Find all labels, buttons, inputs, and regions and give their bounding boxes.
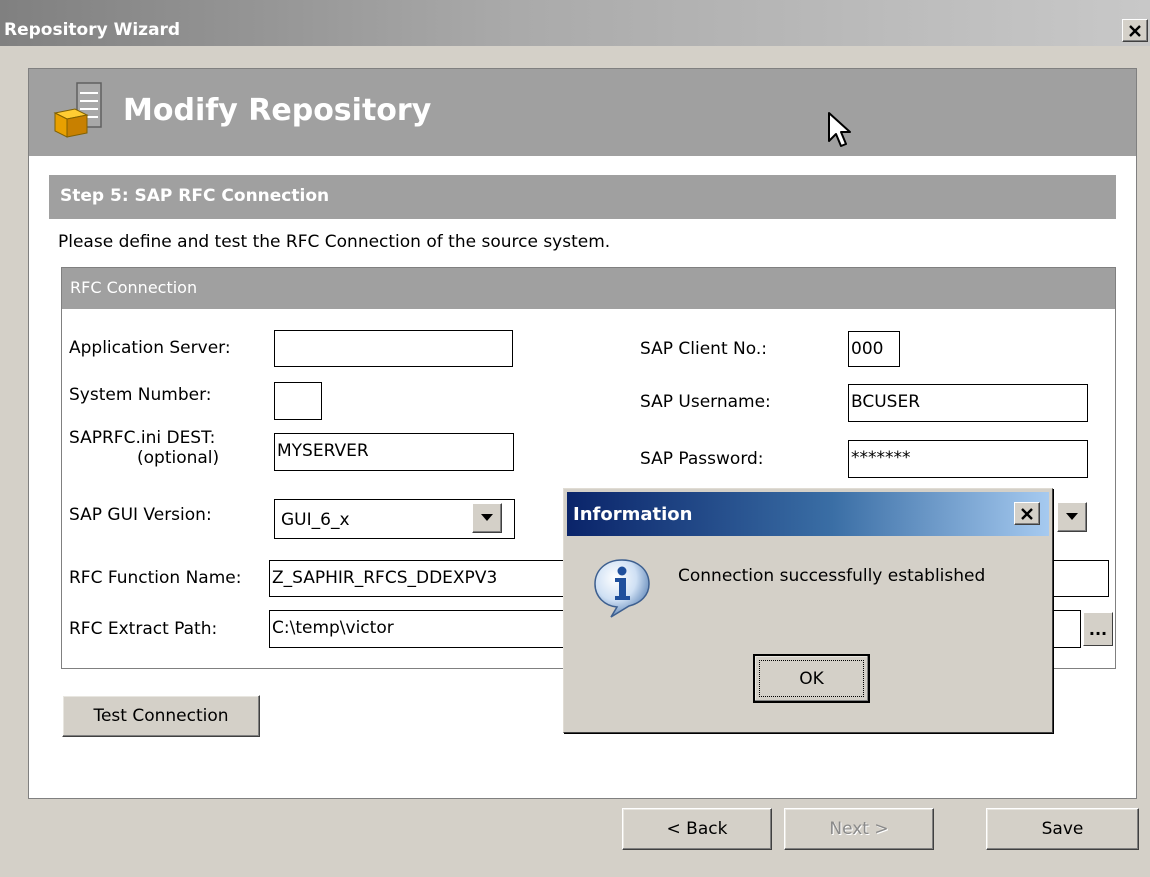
wizard-header: Modify Repository xyxy=(29,69,1136,156)
chevron-down-icon xyxy=(1066,513,1078,520)
browse-path-button[interactable]: ... xyxy=(1083,612,1113,646)
saprfc-dest-label: SAPRFC.ini DEST: xyxy=(69,428,216,448)
close-icon xyxy=(1129,24,1141,37)
save-button[interactable]: Save xyxy=(986,808,1139,850)
step-description: Please define and test the RFC Connectio… xyxy=(58,232,611,252)
client-no-label: SAP Client No.: xyxy=(640,339,767,359)
ok-button-label: OK xyxy=(759,660,864,697)
close-icon xyxy=(1021,507,1033,520)
saprfc-dest-input[interactable]: MYSERVER xyxy=(274,433,514,471)
password-input[interactable]: ******* xyxy=(848,440,1088,478)
window-titlebar: Repository Wizard xyxy=(0,0,1150,46)
dialog-message: Connection successfully established xyxy=(678,566,986,586)
gui-version-value: GUI_6_x xyxy=(281,510,350,530)
test-connection-button[interactable]: Test Connection xyxy=(62,695,260,737)
page-title: Modify Repository xyxy=(123,93,432,128)
ok-button[interactable]: OK xyxy=(753,654,870,703)
window-close-button[interactable] xyxy=(1122,19,1148,42)
chevron-down-icon xyxy=(481,514,493,521)
group-title: RFC Connection xyxy=(70,278,198,297)
back-button[interactable]: < Back xyxy=(622,808,772,850)
mouse-cursor-icon xyxy=(828,112,851,147)
information-dialog: Information Connection successfully esta… xyxy=(563,488,1053,733)
application-server-input[interactable] xyxy=(274,330,513,367)
dialog-titlebar: Information xyxy=(567,492,1049,536)
window-title: Repository Wizard xyxy=(4,20,181,40)
step-title: Step 5: SAP RFC Connection xyxy=(60,186,330,206)
hidden-combo-dropdown-button[interactable] xyxy=(1057,502,1087,532)
group-header: RFC Connection xyxy=(62,268,1115,309)
username-input[interactable]: BCUSER xyxy=(848,384,1088,422)
dialog-title: Information xyxy=(573,504,693,525)
application-server-label: Application Server: xyxy=(69,338,231,358)
gui-version-dropdown-button[interactable] xyxy=(472,503,502,533)
rfc-function-label: RFC Function Name: xyxy=(69,568,242,588)
info-icon xyxy=(594,559,650,618)
system-number-label: System Number: xyxy=(69,385,212,405)
next-button: Next > xyxy=(784,808,934,850)
gui-version-select[interactable]: GUI_6_x xyxy=(274,499,515,539)
saprfc-dest-sublabel: (optional) xyxy=(137,448,220,468)
username-label: SAP Username: xyxy=(640,392,771,412)
system-number-input[interactable] xyxy=(274,382,322,420)
step-header: Step 5: SAP RFC Connection xyxy=(49,175,1116,219)
gui-version-label: SAP GUI Version: xyxy=(69,505,212,525)
password-label: SAP Password: xyxy=(640,449,764,469)
client-no-input[interactable]: 000 xyxy=(848,331,900,367)
database-box-icon xyxy=(53,82,102,138)
rfc-extract-path-label: RFC Extract Path: xyxy=(69,619,218,639)
dialog-close-button[interactable] xyxy=(1014,502,1040,525)
